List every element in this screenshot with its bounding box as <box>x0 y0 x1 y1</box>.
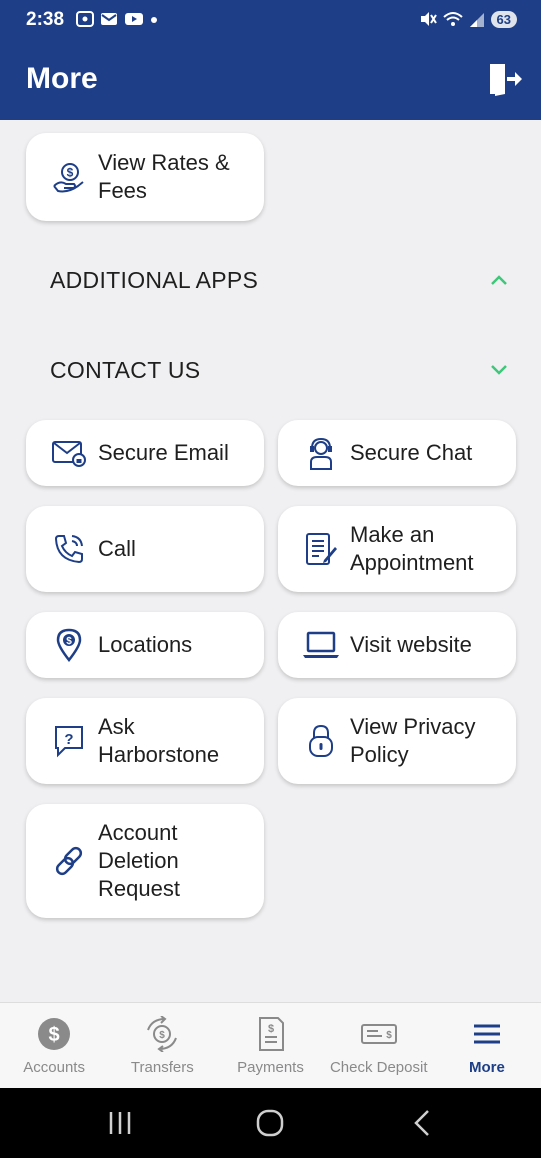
chevron-up-icon[interactable] <box>489 273 509 287</box>
svg-text:$: $ <box>49 1024 60 1046</box>
make-appointment-button[interactable]: Make an Appointment <box>278 506 516 592</box>
visit-website-button[interactable]: Visit website <box>278 612 516 678</box>
secure-chat-label: Secure Chat <box>350 440 473 465</box>
view-privacy-policy-label: View Privacy Policy <box>350 714 476 767</box>
padlock-icon <box>302 722 340 760</box>
view-privacy-policy-button[interactable]: View Privacy Policy <box>278 698 516 784</box>
page-title: More <box>26 62 98 95</box>
secure-email-label: Secure Email <box>98 440 229 465</box>
hand-dollar-icon: $ <box>50 158 88 196</box>
view-rates-fees-label: View Rates & Fees <box>98 150 230 203</box>
ask-harborstone-button[interactable]: ? Ask Harborstone <box>26 698 264 784</box>
chat-question-icon: ? <box>50 722 88 760</box>
nav-check-deposit[interactable]: $ Check Deposit <box>325 1003 433 1089</box>
signal-icon <box>469 13 484 27</box>
svg-text:$: $ <box>160 1030 166 1041</box>
home-icon[interactable] <box>250 1106 290 1140</box>
account-deletion-request-button[interactable]: Account Deletion Request <box>26 804 264 918</box>
hamburger-menu-icon <box>468 1015 506 1053</box>
make-appointment-label: Make an Appointment <box>350 522 474 575</box>
status-time: 2:38 <box>26 9 65 30</box>
screenshot-icon <box>76 11 94 27</box>
chevron-down-icon[interactable] <box>489 363 509 377</box>
app-bar: More <box>0 40 541 120</box>
logout-icon[interactable] <box>485 60 523 98</box>
secure-chat-button[interactable]: Secure Chat <box>278 420 516 486</box>
nav-payments-label: Payments <box>237 1059 304 1076</box>
contact-us-heading[interactable]: CONTACT US <box>50 357 200 384</box>
dot-icon <box>151 17 157 23</box>
locations-label: Locations <box>98 632 193 657</box>
check-icon: $ <box>360 1015 398 1053</box>
document-edit-icon <box>302 530 340 568</box>
svg-text:$: $ <box>67 166 74 180</box>
system-navigation-bar <box>0 1088 541 1158</box>
nav-transfers-label: Transfers <box>130 1059 194 1076</box>
account-deletion-request-label: Account Deletion Request <box>98 820 180 901</box>
laptop-icon <box>302 626 340 664</box>
svg-text:$: $ <box>386 1030 392 1041</box>
nav-accounts-label: Accounts <box>23 1059 85 1076</box>
transfer-arrows-icon: $ <box>143 1015 181 1053</box>
headset-agent-icon <box>302 434 340 472</box>
back-icon[interactable] <box>402 1106 442 1140</box>
system-status-icons: 63 <box>419 10 517 28</box>
call-button[interactable]: Call <box>26 506 264 592</box>
svg-text:?: ? <box>64 731 73 748</box>
map-pin-dollar-icon: $ <box>50 626 88 664</box>
mail-icon <box>101 13 117 25</box>
visit-website-label: Visit website <box>350 632 472 657</box>
call-label: Call <box>98 536 136 561</box>
nav-more-label: More <box>468 1059 505 1076</box>
mute-icon <box>420 12 437 26</box>
ask-harborstone-label: Ask Harborstone <box>98 714 220 767</box>
status-bar: 2:38 63 <box>0 0 541 40</box>
envelope-lock-icon <box>50 434 88 472</box>
wifi-icon <box>442 12 463 26</box>
nav-more[interactable]: More <box>433 1003 541 1089</box>
nav-transfers[interactable]: $ Transfers <box>108 1003 216 1089</box>
battery-indicator: 63 <box>490 10 517 28</box>
bill-icon: $ <box>252 1015 290 1053</box>
secure-email-button[interactable]: Secure Email <box>26 420 264 486</box>
nav-payments[interactable]: $ Payments <box>216 1003 324 1089</box>
notification-icons <box>76 11 158 27</box>
locations-button[interactable]: $ Locations <box>26 612 264 678</box>
additional-apps-heading[interactable]: ADDITIONAL APPS <box>50 267 258 294</box>
nav-accounts[interactable]: $ Accounts <box>0 1003 108 1089</box>
recent-apps-icon[interactable] <box>100 1106 140 1140</box>
dollar-circle-icon: $ <box>35 1015 73 1053</box>
phone-icon <box>50 530 88 568</box>
chain-link-icon <box>50 842 88 880</box>
nav-check-deposit-label: Check Deposit <box>329 1059 428 1076</box>
view-rates-fees-button[interactable]: $ View Rates & Fees <box>26 133 264 221</box>
svg-text:$: $ <box>267 1023 273 1035</box>
youtube-icon <box>125 13 143 25</box>
svg-text:$: $ <box>66 636 72 647</box>
bottom-navigation: $ Accounts $ Transfers $ Payments $ Chec… <box>0 1002 541 1089</box>
